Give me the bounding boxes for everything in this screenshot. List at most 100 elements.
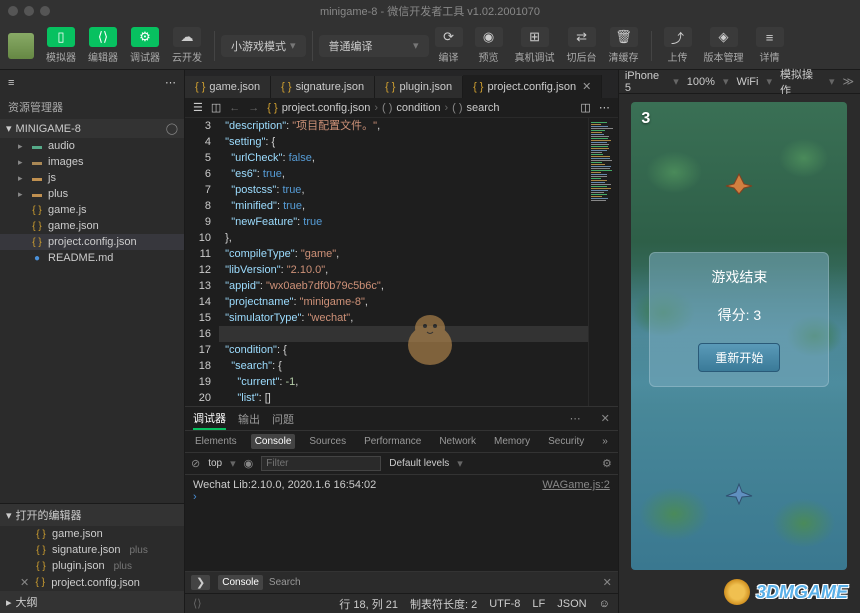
game-over-title: 游戏结束 <box>660 267 818 287</box>
split-icon[interactable]: ◫ <box>580 101 590 114</box>
watermark: 3DMGAME <box>724 579 848 605</box>
user-avatar[interactable] <box>8 33 34 59</box>
panel-close-icon[interactable]: ✕ <box>601 412 610 425</box>
editor-button[interactable]: ⟨⟩编辑器 <box>82 27 124 64</box>
settings-icon[interactable]: ⚙ <box>602 457 612 470</box>
scope-select[interactable]: top <box>208 458 222 469</box>
code-editor[interactable]: 34567891011121314151617181920212223 "des… <box>185 118 618 406</box>
tree-item[interactable]: ▸▬plus <box>0 186 184 202</box>
game-over-dialog: 游戏结束 得分: 3 重新开始 <box>649 252 829 387</box>
tree-item[interactable]: { }project.config.json <box>0 234 184 250</box>
watermark-logo-icon <box>724 579 750 605</box>
sidebar: ≡ ⋯ 资源管理器 ▾MINIGAME-8◯ ▸▬audio▸▬images▸▬j… <box>0 70 185 613</box>
right-action-1[interactable]: ◈版本管理 <box>698 27 750 64</box>
more-icon[interactable]: ⋯ <box>165 76 176 89</box>
panel-tab-debugger[interactable]: 调试器 <box>193 408 226 430</box>
editor-tab[interactable]: { }project.config.json✕ <box>463 75 602 98</box>
editor-tabs: { }game.json{ }signature.json{ }plugin.j… <box>185 70 618 98</box>
devtool-tab[interactable]: Security <box>544 434 588 449</box>
sim-more-icon[interactable]: ≫ <box>842 75 854 88</box>
open-editor-item[interactable]: ✕{ }project.config.json <box>0 574 184 591</box>
right-action-2[interactable]: ≡详情 <box>750 27 790 64</box>
open-editor-item[interactable]: { }game.json <box>0 526 184 542</box>
eye-icon[interactable]: ◉ <box>244 457 254 470</box>
minimap[interactable] <box>588 118 618 406</box>
panel-more-icon[interactable]: ⋯ <box>570 412 581 425</box>
watermark-text: 3DMGAME <box>756 582 848 603</box>
drawer-tab-console[interactable]: Console <box>218 575 263 590</box>
console-output[interactable]: Wechat Lib:2.10.0, 2020.1.6 16:54:02WAGa… <box>185 475 618 571</box>
bookmark-icon[interactable]: ◫ <box>211 101 221 114</box>
tree-item[interactable]: ▸▬js <box>0 170 184 186</box>
filter-input[interactable] <box>261 456 381 471</box>
editor-tab[interactable]: { }game.json <box>185 76 271 98</box>
game-canvas[interactable]: 3 游戏结束 得分: 3 重新开始 <box>631 102 847 570</box>
devtool-more-icon[interactable]: » <box>598 434 612 449</box>
statusbar: ⟨⟩ 行 18, 列 21 制表符长度: 2 UTF-8 LF JSON ☺ <box>185 593 618 613</box>
open-editor-item[interactable]: { }plugin.jsonplus <box>0 558 184 574</box>
cursor-position[interactable]: 行 18, 列 21 <box>339 596 398 612</box>
score-display: 3 <box>641 110 650 128</box>
tree-item[interactable]: ▸▬audio <box>0 138 184 154</box>
sim-action-select[interactable]: 模拟操作 <box>780 66 821 98</box>
drawer-close-icon[interactable]: ✕ <box>603 576 612 589</box>
devtool-tab[interactable]: Memory <box>490 434 534 449</box>
devtool-tab[interactable]: Console <box>251 434 296 449</box>
editor-area: { }game.json{ }signature.json{ }plugin.j… <box>185 70 619 613</box>
titlebar: minigame-8 - 微信开发者工具 v1.02.2001070 <box>0 0 860 22</box>
status-chevron-icon[interactable]: ⟨⟩ <box>193 597 202 610</box>
action-1[interactable]: ◉预览 <box>469 27 509 64</box>
action-3[interactable]: ⇄切后台 <box>561 27 603 64</box>
right-action-0[interactable]: ⤴上传 <box>658 27 698 64</box>
window-controls[interactable] <box>8 6 50 16</box>
encoding[interactable]: UTF-8 <box>489 598 520 610</box>
drawer-tab-search[interactable]: Search <box>265 575 305 590</box>
editor-tab[interactable]: { }signature.json <box>271 76 375 98</box>
devtool-tab[interactable]: Elements <box>191 434 241 449</box>
window-title: minigame-8 - 微信开发者工具 v1.02.2001070 <box>320 3 540 19</box>
tree-item[interactable]: { }game.json <box>0 218 184 234</box>
eol[interactable]: LF <box>532 598 545 610</box>
zoom-select[interactable]: 100% <box>687 76 715 88</box>
mode-select[interactable]: 小游戏模式▾ <box>221 35 306 57</box>
device-select[interactable]: iPhone 5 <box>625 70 665 94</box>
main-toolbar: ▯模拟器 ⟨⟩编辑器 ⚙调试器 ☁云开发 小游戏模式▾ 普通编译▾ ⟳编译◉预览… <box>0 22 860 70</box>
menu-icon[interactable]: ≡ <box>8 77 14 89</box>
action-4[interactable]: 🗑清缓存 <box>603 27 645 64</box>
outline-section[interactable]: ▸大纲 <box>0 591 184 613</box>
restart-button[interactable]: 重新开始 <box>698 343 780 372</box>
language[interactable]: JSON <box>557 598 586 610</box>
open-editor-item[interactable]: { }signature.jsonplus <box>0 542 184 558</box>
nav-fwd-icon[interactable]: → <box>248 102 259 114</box>
tree-item[interactable]: { }game.js <box>0 202 184 218</box>
more-editor-icon[interactable]: ⋯ <box>599 101 610 114</box>
tab-size[interactable]: 制表符长度: 2 <box>410 596 477 612</box>
editor-toolbar: ☰ ◫ ← → { }project.config.json› ( )condi… <box>185 98 618 118</box>
project-section[interactable]: ▾MINIGAME-8◯ <box>0 119 184 138</box>
action-2[interactable]: ⊞真机调试 <box>509 27 561 64</box>
feedback-icon[interactable]: ☺ <box>599 598 610 610</box>
network-select[interactable]: WiFi <box>736 76 758 88</box>
debugger-button[interactable]: ⚙调试器 <box>124 27 166 64</box>
panel-tab-output[interactable]: 输出 <box>238 409 260 429</box>
panel-tab-problems[interactable]: 问题 <box>272 409 294 429</box>
drawer-chevron-icon[interactable]: ❯ <box>191 575 210 590</box>
tree-item[interactable]: ●README.md <box>0 250 184 266</box>
back-icon[interactable]: ☰ <box>193 101 203 114</box>
explorer-title: 资源管理器 <box>0 95 184 119</box>
compile-select[interactable]: 普通编译▾ <box>319 35 429 57</box>
tree-item[interactable]: ▸▬images <box>0 154 184 170</box>
enemy-plane <box>724 172 754 196</box>
devtool-tab[interactable]: Sources <box>305 434 350 449</box>
breadcrumb[interactable]: { }project.config.json› ( )condition› ( … <box>267 102 499 114</box>
cloud-button[interactable]: ☁云开发 <box>166 27 208 64</box>
clear-console-icon[interactable]: ⊘ <box>191 457 200 470</box>
nav-back-icon[interactable]: ← <box>229 102 240 114</box>
devtool-tab[interactable]: Performance <box>360 434 425 449</box>
simulator-button[interactable]: ▯模拟器 <box>40 27 82 64</box>
editor-tab[interactable]: { }plugin.json <box>375 76 463 98</box>
levels-select[interactable]: Default levels <box>389 458 449 469</box>
action-0[interactable]: ⟳编译 <box>429 27 469 64</box>
open-editors-section[interactable]: ▾打开的编辑器 <box>0 504 184 526</box>
devtool-tab[interactable]: Network <box>435 434 480 449</box>
